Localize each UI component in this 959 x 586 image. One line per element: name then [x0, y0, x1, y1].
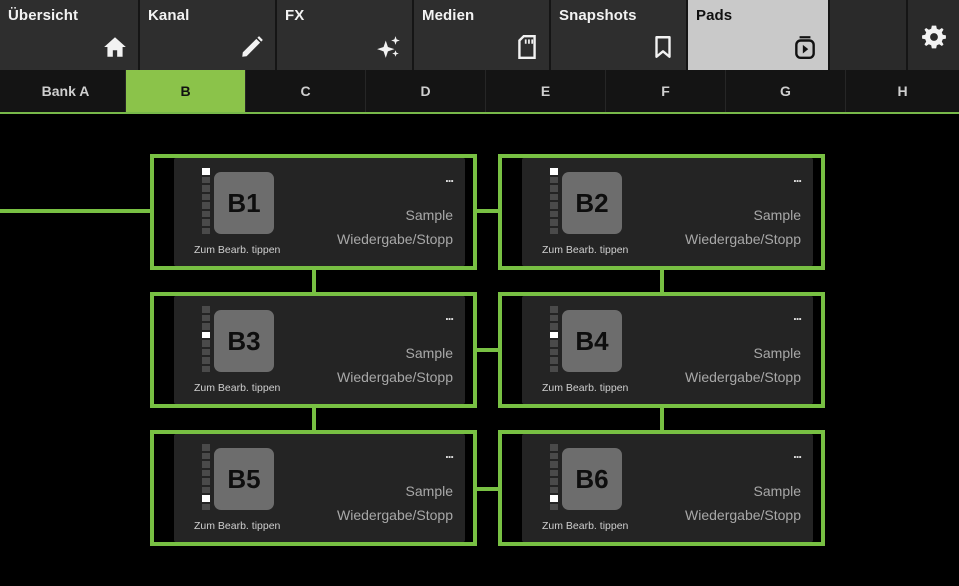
bank-tab-h[interactable]: H	[846, 70, 959, 112]
bank-tab-c[interactable]: C	[246, 70, 366, 112]
pad-name: B4	[562, 310, 622, 372]
tab-label: Übersicht	[8, 7, 79, 24]
top-navigation: Übersicht Kanal FX Medien Snapshots Pads	[0, 0, 959, 70]
pad-name: B3	[214, 310, 274, 372]
pad-menu-button[interactable]: ...	[445, 446, 454, 461]
bank-tab-b[interactable]: B	[126, 70, 246, 112]
pad-name: B5	[214, 448, 274, 510]
pad-card: B6 ... Sample Wiedergabe/Stopp Zum Bearb…	[522, 434, 813, 542]
pad-menu-button[interactable]: ...	[793, 446, 802, 461]
pad-menu-button[interactable]: ...	[445, 308, 454, 323]
pad-b4[interactable]: B4 ... Sample Wiedergabe/Stopp Zum Bearb…	[498, 292, 825, 408]
level-meter	[202, 306, 210, 372]
pad-name: B2	[562, 172, 622, 234]
bank-tab-f[interactable]: F	[606, 70, 726, 112]
pad-edit-hint: Zum Bearb. tippen	[542, 244, 629, 256]
pad-name: B6	[562, 448, 622, 510]
highlight-connector	[312, 270, 316, 292]
pad-action-label: Wiedergabe/Stopp	[337, 231, 453, 247]
pad-edit-hint: Zum Bearb. tippen	[194, 244, 281, 256]
bookmark-icon	[655, 36, 671, 58]
tab-label: Pads	[696, 7, 733, 24]
pad-action-label: Wiedergabe/Stopp	[685, 507, 801, 523]
level-meter	[202, 168, 210, 234]
pad-edit-hint: Zum Bearb. tippen	[194, 520, 281, 532]
pad-sample-label: Sample	[753, 207, 801, 223]
sparkle-icon	[377, 36, 400, 58]
highlight-connector	[0, 209, 153, 213]
tab-label: Medien	[422, 7, 475, 24]
tab-snapshots[interactable]: Snapshots	[551, 0, 688, 70]
tab-medien[interactable]: Medien	[414, 0, 551, 70]
settings-button[interactable]	[906, 0, 959, 70]
home-icon	[104, 37, 126, 57]
pad-menu-button[interactable]: ...	[445, 170, 454, 185]
level-meter	[202, 444, 210, 510]
pad-edit-hint: Zum Bearb. tippen	[542, 382, 629, 394]
pad-b2[interactable]: B2 ... Sample Wiedergabe/Stopp Zum Bearb…	[498, 154, 825, 270]
tab-kanal[interactable]: Kanal	[140, 0, 277, 70]
pad-menu-button[interactable]: ...	[793, 308, 802, 323]
pad-card: B3 ... Sample Wiedergabe/Stopp Zum Bearb…	[174, 296, 465, 404]
gear-icon	[922, 25, 946, 49]
pads-icon	[795, 36, 815, 60]
pad-sample-label: Sample	[753, 483, 801, 499]
bank-tab-d[interactable]: D	[366, 70, 486, 112]
pad-action-label: Wiedergabe/Stopp	[337, 369, 453, 385]
tab-label: Snapshots	[559, 7, 637, 24]
highlight-connector	[660, 408, 664, 430]
level-meter	[550, 168, 558, 234]
pencil-icon	[242, 36, 263, 57]
pad-action-label: Wiedergabe/Stopp	[685, 369, 801, 385]
bank-tab-g[interactable]: G	[726, 70, 846, 112]
pad-b5[interactable]: B5 ... Sample Wiedergabe/Stopp Zum Bearb…	[150, 430, 477, 546]
tab-fx[interactable]: FX	[277, 0, 414, 70]
pad-card: B1 ... Sample Wiedergabe/Stopp Zum Bearb…	[174, 158, 465, 266]
bank-tab-e[interactable]: E	[486, 70, 606, 112]
tab-label: FX	[285, 7, 305, 24]
pad-sample-label: Sample	[405, 345, 453, 361]
highlight-connector	[660, 270, 664, 292]
pad-action-label: Wiedergabe/Stopp	[685, 231, 801, 247]
nav-spacer	[830, 0, 906, 70]
pad-sample-label: Sample	[753, 345, 801, 361]
pad-card: B4 ... Sample Wiedergabe/Stopp Zum Bearb…	[522, 296, 813, 404]
highlight-connector	[312, 408, 316, 430]
pad-b3[interactable]: B3 ... Sample Wiedergabe/Stopp Zum Bearb…	[150, 292, 477, 408]
tab-uebersicht[interactable]: Übersicht	[0, 0, 140, 70]
pad-edit-hint: Zum Bearb. tippen	[542, 520, 629, 532]
sd-card-icon	[518, 34, 536, 60]
pad-edit-hint: Zum Bearb. tippen	[194, 382, 281, 394]
level-meter	[550, 306, 558, 372]
level-meter	[550, 444, 558, 510]
pad-b1[interactable]: B1 ... Sample Wiedergabe/Stopp Zum Bearb…	[150, 154, 477, 270]
pad-card: B5 ... Sample Wiedergabe/Stopp Zum Bearb…	[174, 434, 465, 542]
pad-card: B2 ... Sample Wiedergabe/Stopp Zum Bearb…	[522, 158, 813, 266]
pad-name: B1	[214, 172, 274, 234]
tab-pads[interactable]: Pads	[688, 0, 830, 70]
pad-b6[interactable]: B6 ... Sample Wiedergabe/Stopp Zum Bearb…	[498, 430, 825, 546]
pad-sample-label: Sample	[405, 207, 453, 223]
bank-selector: Bank A B C D E F G H	[0, 70, 959, 114]
tab-label: Kanal	[148, 7, 190, 24]
pad-sample-label: Sample	[405, 483, 453, 499]
bank-tab-a[interactable]: Bank A	[6, 70, 126, 112]
pad-menu-button[interactable]: ...	[793, 170, 802, 185]
pad-action-label: Wiedergabe/Stopp	[337, 507, 453, 523]
